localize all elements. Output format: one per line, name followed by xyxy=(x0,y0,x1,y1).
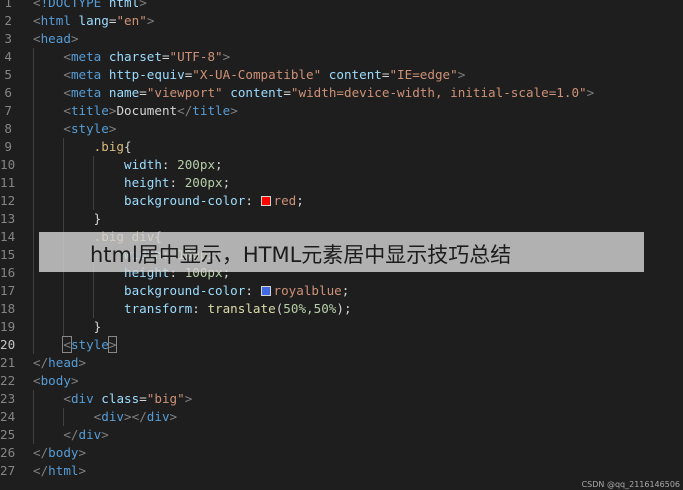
line-number: 12 xyxy=(0,193,16,208)
line-number: 19 xyxy=(0,319,16,334)
code-line[interactable]: 6 <meta name="viewport" content="width=d… xyxy=(0,84,683,102)
code-text: <div></div> xyxy=(93,409,178,424)
code-text: <meta http-equiv="X-UA-Compatible" conte… xyxy=(63,67,466,82)
code-line[interactable]: 5 <meta http-equiv="X-UA-Compatible" con… xyxy=(0,66,683,84)
code-text: transform: translate(50%,50%); xyxy=(124,301,352,316)
code-line[interactable]: 4 <meta charset="UTF-8"> xyxy=(0,48,683,66)
code-line[interactable]: 11 height: 200px; xyxy=(0,174,683,192)
code-text: background-color: royalblue; xyxy=(124,283,350,298)
code-text: } xyxy=(93,211,102,226)
code-text: <style> xyxy=(62,336,118,353)
code-text: <style> xyxy=(63,121,117,136)
code-text: </div> xyxy=(63,427,109,442)
code-line[interactable]: 8 <style> xyxy=(0,120,683,138)
line-number: 6 xyxy=(4,85,12,100)
code-text: </html> xyxy=(33,463,87,478)
line-number: 14 xyxy=(0,229,16,244)
line-number: 15 xyxy=(0,247,16,262)
line-number: 1 xyxy=(4,0,12,10)
line-number: 24 xyxy=(0,409,16,424)
line-number: 22 xyxy=(0,373,16,388)
line-number: 27 xyxy=(0,463,16,478)
line-number: 23 xyxy=(0,391,16,406)
code-text: <meta name="viewport" content="width=dev… xyxy=(63,85,595,100)
code-line[interactable]: 9 .big{ xyxy=(0,138,683,156)
code-line[interactable]: 7 <title>Document</title> xyxy=(0,102,683,120)
title-banner: html居中显示，HTML元素居中显示技巧总结 xyxy=(39,232,644,272)
code-line[interactable]: 25 </div> xyxy=(0,426,683,444)
line-number: 4 xyxy=(4,49,12,64)
line-number: 17 xyxy=(0,283,16,298)
line-number: 3 xyxy=(4,31,12,46)
code-line[interactable]: 26 </body> xyxy=(0,444,683,462)
code-text: </body> xyxy=(33,445,87,460)
line-number: 11 xyxy=(0,175,16,190)
code-line[interactable]: 2 <html lang="en"> xyxy=(0,12,683,30)
code-text: <!DOCTYPE html> xyxy=(33,0,147,10)
line-number: 9 xyxy=(4,139,12,154)
code-line[interactable]: 22 <body> xyxy=(0,372,683,390)
code-line[interactable]: 23 <div class="big"> xyxy=(0,390,683,408)
code-line[interactable]: 3 <head> xyxy=(0,30,683,48)
line-number: 20 xyxy=(0,337,16,352)
color-swatch-icon[interactable] xyxy=(260,286,271,296)
code-line[interactable]: 10 width: 200px; xyxy=(0,156,683,174)
line-number: 5 xyxy=(4,67,12,82)
code-text: width: 200px; xyxy=(124,157,223,172)
line-number: 26 xyxy=(0,445,16,460)
code-line[interactable]: 17 background-color: royalblue; xyxy=(0,282,683,300)
code-text: <meta charset="UTF-8"> xyxy=(63,49,231,64)
watermark: CSDN @qq_2116146506 xyxy=(581,480,680,489)
color-swatch-icon[interactable] xyxy=(260,196,271,206)
line-number: 25 xyxy=(0,427,16,442)
code-line[interactable]: 18 transform: translate(50%,50%); xyxy=(0,300,683,318)
code-line[interactable]: 1 <!DOCTYPE html> xyxy=(0,0,683,12)
code-text: height: 200px; xyxy=(124,175,231,190)
line-number: 18 xyxy=(0,301,16,316)
code-text: <head> xyxy=(33,31,79,46)
code-text: background-color: red; xyxy=(124,193,304,208)
code-text: </head> xyxy=(33,355,87,370)
line-number: 13 xyxy=(0,211,16,226)
code-text: <body> xyxy=(33,373,79,388)
code-line[interactable]: 12 background-color: red; xyxy=(0,192,683,210)
code-line[interactable]: 27 </html> xyxy=(0,462,683,480)
code-line[interactable]: 20 <style> xyxy=(0,336,683,354)
banner-title: html居中显示，HTML元素居中显示技巧总结 xyxy=(90,243,512,267)
code-text: <html lang="en"> xyxy=(33,13,155,28)
line-number: 2 xyxy=(4,13,12,28)
code-line[interactable]: 24 <div></div> xyxy=(0,408,683,426)
code-text: <title>Document</title> xyxy=(63,103,238,118)
code-text: .big{ xyxy=(93,139,132,154)
code-line[interactable]: 21 </head> xyxy=(0,354,683,372)
line-number: 10 xyxy=(0,157,16,172)
code-text: } xyxy=(93,319,102,334)
line-number: 16 xyxy=(0,265,16,280)
line-number: 7 xyxy=(4,103,12,118)
line-number: 8 xyxy=(4,121,12,136)
line-number: 21 xyxy=(0,355,16,370)
code-line[interactable]: 13 } xyxy=(0,210,683,228)
code-line[interactable]: 19 } xyxy=(0,318,683,336)
code-text: <div class="big"> xyxy=(63,391,193,406)
